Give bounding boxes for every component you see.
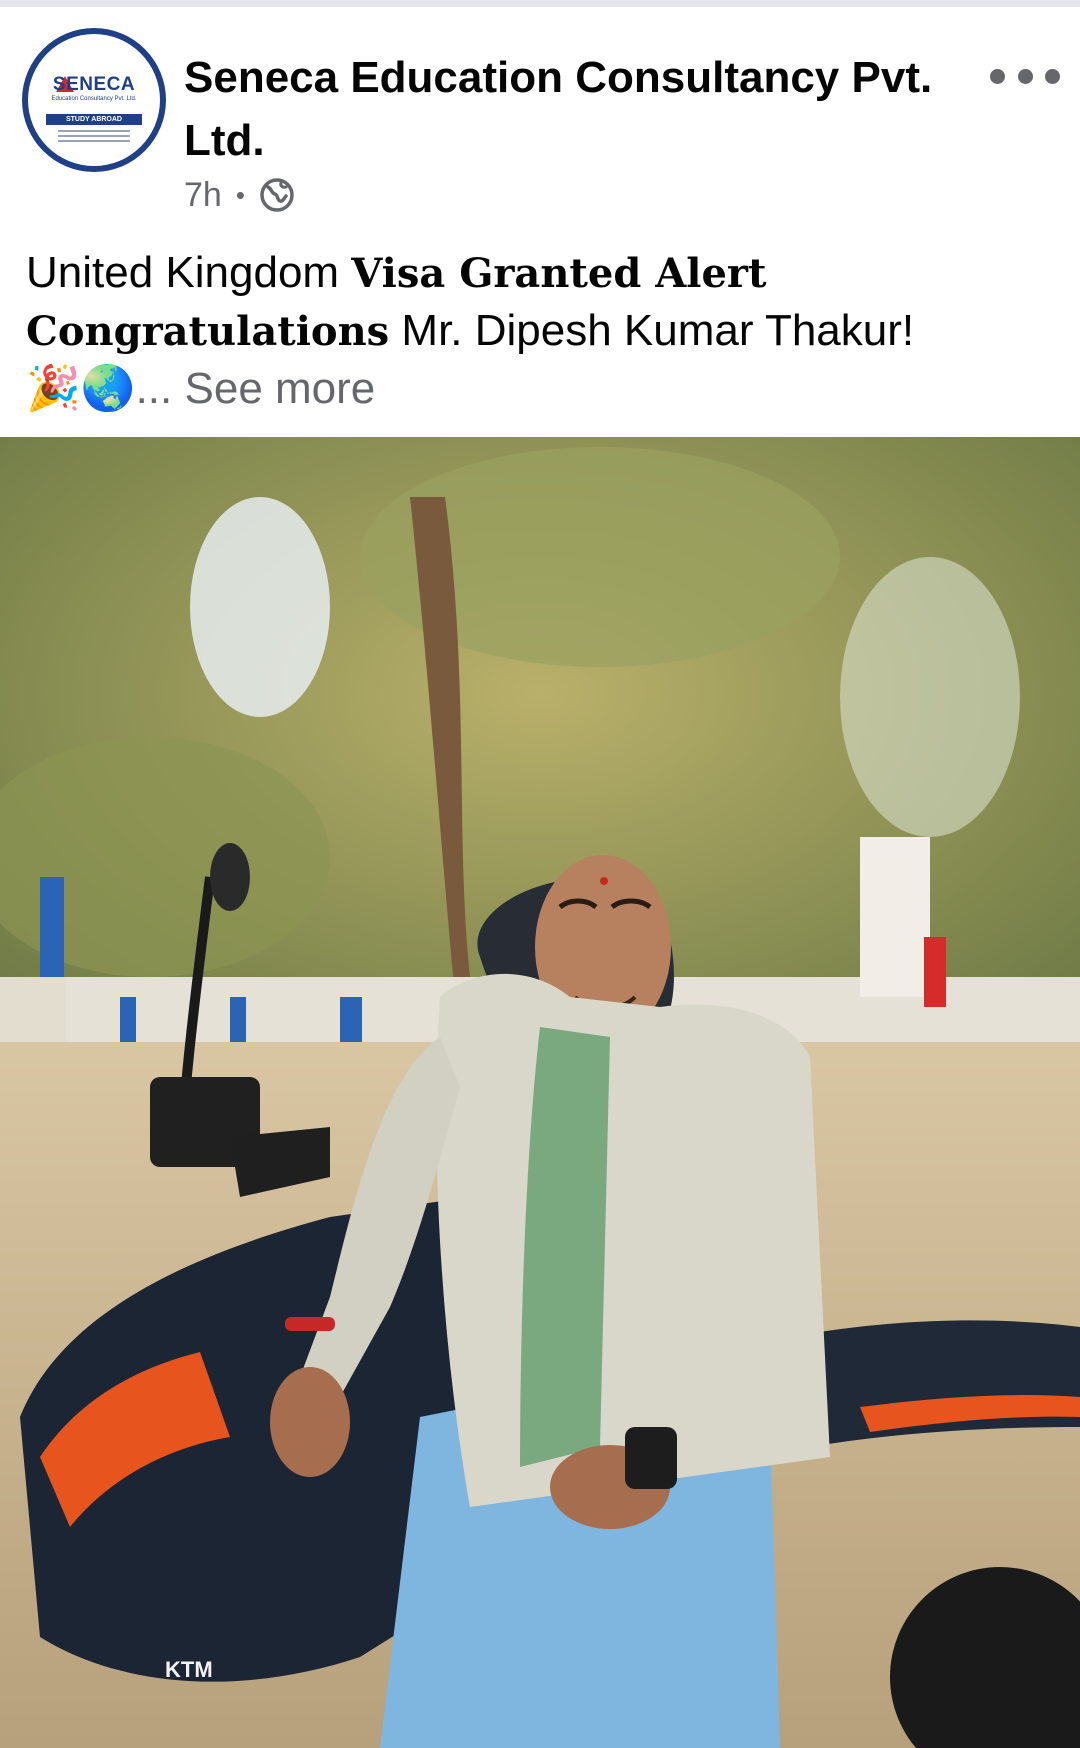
caption-styled-text: Visa Granted Alert	[351, 250, 767, 297]
caption-ellipsis: ...	[135, 364, 173, 413]
logo-wordmark: SENECA	[52, 74, 136, 95]
caption-styled-text: Congratulations	[26, 308, 390, 355]
post-photo[interactable]: KTM	[0, 437, 1080, 1748]
more-dot-icon	[1017, 68, 1033, 84]
post-meta: 7h •	[184, 172, 295, 218]
more-dot-icon	[990, 68, 1005, 84]
post-caption: United Kingdom Visa Granted Alert Congra…	[26, 244, 1066, 417]
see-more-label: See more	[184, 364, 376, 413]
feed-divider	[0, 0, 1080, 7]
logo-detail-lines	[58, 130, 130, 145]
person-hand-left	[270, 1367, 350, 1477]
post-timestamp[interactable]: 7h	[184, 176, 222, 215]
logo-band: STUDY ABROAD	[46, 114, 142, 125]
seneca-logo: SENECA Education Consultancy Pvt. Ltd. S…	[28, 34, 160, 166]
logo-subtitle: Education Consultancy Pvt. Ltd.	[51, 96, 137, 102]
more-dot-icon	[1045, 68, 1060, 84]
caption-line-3: 🎉🌏... See more	[26, 360, 1066, 417]
more-options-button[interactable]	[990, 56, 1060, 96]
caption-line-2: Congratulations Mr. Dipesh Kumar Thakur!	[26, 302, 1066, 360]
caption-line-1: United Kingdom Visa Granted Alert	[26, 244, 1066, 302]
ktm-badge: KTM	[165, 1657, 213, 1682]
see-more-link[interactable]: See more	[172, 364, 376, 413]
page-name-link[interactable]: Seneca Education Consultancy Pvt. Ltd.	[184, 46, 964, 172]
page-avatar[interactable]: SENECA Education Consultancy Pvt. Ltd. S…	[22, 28, 166, 172]
person-jacket	[436, 973, 830, 1507]
smartwatch	[625, 1427, 677, 1489]
caption-text: United Kingdom	[26, 248, 352, 297]
globe-icon[interactable]	[259, 177, 295, 213]
party-popper-globe-emoji-icon: 🎉🌏	[26, 363, 136, 414]
meta-separator: •	[235, 179, 245, 210]
caption-text: Mr. Dipesh Kumar Thakur!	[389, 306, 915, 355]
